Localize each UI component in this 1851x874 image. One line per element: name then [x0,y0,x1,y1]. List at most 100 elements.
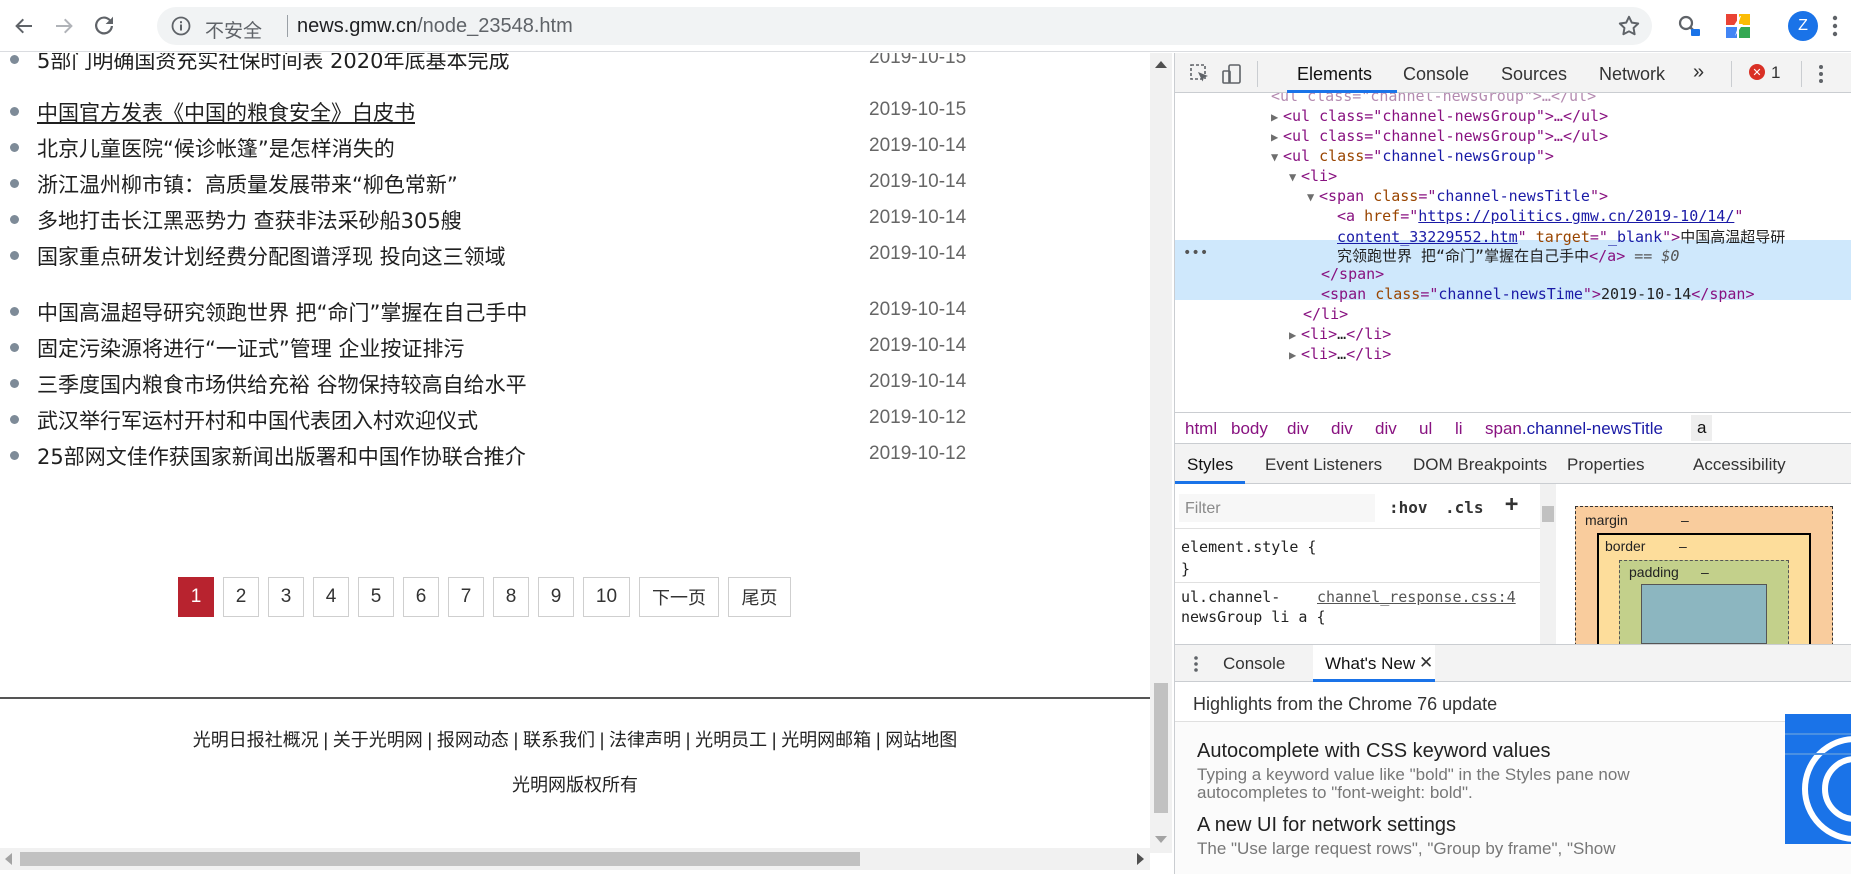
page-9-button[interactable]: 9 [538,577,574,617]
drawer-menu-icon[interactable] [1193,655,1199,673]
tab-network[interactable]: Network [1599,64,1665,85]
news-title-link[interactable]: 武汉举行军运村开村和中国代表团入村欢迎仪式 [37,405,478,435]
expand-arrow-icon[interactable]: ▶ [1289,328,1301,342]
dom-node[interactable]: ▶ <li>…</li> [1289,345,1391,365]
breadcrumb-html[interactable]: html [1185,419,1217,439]
forward-button[interactable] [48,10,80,42]
footer-link-staff[interactable]: 光明员工 [695,730,767,751]
error-icon[interactable]: ✕ [1749,64,1765,80]
tab-sources[interactable]: Sources [1501,64,1567,85]
next-page-button[interactable]: 下一页 [639,577,719,617]
address-bar[interactable]: 不安全 news.gmw.cn/node_23548.htm [157,7,1652,45]
page-10-button[interactable]: 10 [583,577,630,617]
news-title-link[interactable]: 三季度国内粮食市场供给充裕 谷物保持较高自给水平 [37,369,527,399]
dom-tree[interactable]: ••• <ul class="channel-newsGroup">…</ul>… [1175,93,1851,412]
collapse-arrow-icon[interactable]: ▼ [1289,170,1301,184]
page-1-button[interactable]: 1 [178,577,214,617]
page-4-button[interactable]: 4 [313,577,349,617]
scroll-down-icon[interactable] [1155,836,1167,843]
page-7-button[interactable]: 7 [448,577,484,617]
reload-button[interactable] [88,10,120,42]
scrollbar-thumb[interactable] [20,852,860,866]
rule-selector[interactable]: newsGroup li a { [1181,608,1326,626]
dom-node[interactable]: </li> [1303,305,1348,325]
drawer-tab-whats-new[interactable]: What's New [1325,654,1415,674]
scroll-up-icon[interactable] [1155,61,1167,68]
tab-dom-breakpoints[interactable]: DOM Breakpoints [1413,455,1547,475]
breadcrumb-body[interactable]: body [1231,419,1268,439]
tab-event-listeners[interactable]: Event Listeners [1265,455,1382,475]
breadcrumb-div[interactable]: div [1375,419,1397,439]
whats-new-item-title[interactable]: Autocomplete with CSS keyword values [1197,740,1551,763]
news-title-link[interactable]: 25部网文佳作获国家新闻出版署和中国作协联合推介 [37,441,526,471]
footer-link-mail[interactable]: 光明网邮箱 [781,730,871,751]
news-title-link[interactable]: 浙江温州柳市镇：高质量发展带来“柳色常新” [37,169,458,199]
info-icon[interactable] [171,16,191,36]
dom-node[interactable]: ▶ <ul class="channel-newsGroup">…</ul> [1271,107,1608,127]
page-2-button[interactable]: 2 [223,577,259,617]
dom-node[interactable]: ▼ <span class="channel-newsTitle"> [1307,187,1608,207]
browser-menu-icon[interactable] [1832,14,1838,38]
dom-node[interactable]: <span class="channel-newsTime">2019-10-1… [1321,285,1755,305]
footer-link-about-gmw[interactable]: 关于光明网 [333,730,423,751]
breadcrumb-ul[interactable]: ul [1419,419,1432,439]
footer-link-legal[interactable]: 法律声明 [609,730,681,751]
node-menu-icon[interactable]: ••• [1183,245,1208,261]
breadcrumb-li[interactable]: li [1455,419,1463,439]
dom-node-selected[interactable]: 究领跑世界 把“命门”掌握在自己手中</a> == $0 [1337,245,1679,265]
last-page-button[interactable]: 尾页 [728,577,791,617]
scrollbar-thumb[interactable] [1542,506,1554,522]
rule-selector[interactable]: ul.channel- [1181,588,1280,606]
new-style-rule-icon[interactable]: + [1505,492,1518,517]
tab-elements[interactable]: Elements [1297,64,1372,85]
url-text[interactable]: news.gmw.cn/node_23548.htm [297,15,573,38]
collapse-arrow-icon[interactable]: ▼ [1307,190,1319,204]
page-vertical-scrollbar[interactable] [1150,53,1172,853]
expand-arrow-icon[interactable]: ▶ [1271,110,1283,124]
breadcrumb-div[interactable]: div [1287,419,1309,439]
page-5-button[interactable]: 5 [358,577,394,617]
footer-link-about-gmrb[interactable]: 光明日报社概况 [193,730,319,751]
expand-arrow-icon[interactable]: ▶ [1289,348,1301,362]
whats-new-thumbnail[interactable] [1785,714,1851,844]
error-count[interactable]: 1 [1771,63,1780,83]
more-tabs-icon[interactable]: » [1693,61,1704,84]
hov-toggle[interactable]: :hov [1389,498,1428,517]
styles-filter-input[interactable]: Filter [1179,494,1375,522]
breadcrumb-span[interactable]: span.channel-newsTitle [1485,419,1663,439]
styles-scrollbar[interactable] [1540,484,1556,644]
tab-styles[interactable]: Styles [1187,455,1233,475]
news-title-link[interactable]: 北京儿童医院“候诊帐篷”是怎样消失的 [37,133,395,163]
expand-arrow-icon[interactable]: ▶ [1271,130,1283,144]
device-toolbar-icon[interactable] [1221,63,1243,85]
page-3-button[interactable]: 3 [268,577,304,617]
news-title-link[interactable]: 中国官方发表《中国的粮食安全》白皮书 [37,97,415,127]
breadcrumb-div[interactable]: div [1331,419,1353,439]
dom-node-selected[interactable]: content_33229552.htm" target="_blank">中国… [1337,226,1785,246]
page-8-button[interactable]: 8 [493,577,529,617]
profile-avatar[interactable]: Z [1788,11,1818,41]
page-horizontal-scrollbar[interactable] [0,848,1150,870]
dom-node[interactable]: <ul class="channel-newsGroup">…</ul> [1271,93,1596,107]
box-model-content[interactable] [1641,584,1767,644]
rule-source-link[interactable]: channel_response.css:4 [1317,588,1516,606]
news-title-link[interactable]: 中国高温超导研究领跑世界 把“命门”掌握在自己手中 [37,297,527,327]
cls-toggle[interactable]: .cls [1445,498,1484,517]
news-title-link[interactable]: 多地打击长江黑恶势力 查获非法采砂船305艘 [37,205,462,235]
tab-console[interactable]: Console [1403,64,1469,85]
tab-accessibility[interactable]: Accessibility [1693,455,1786,475]
element-style-rule[interactable]: element.style { [1181,538,1316,556]
news-title-link[interactable]: 5部门明确国资充实社保时间表 2020年底基本完成 [37,53,509,75]
scrollbar-thumb[interactable] [1154,683,1168,813]
extension-search-icon[interactable] [1675,12,1703,40]
breadcrumb-a[interactable]: a [1691,415,1713,441]
dom-node[interactable]: ▶ <li>…</li> [1289,325,1391,345]
close-icon[interactable]: ✕ [1419,653,1433,673]
drawer-tab-console[interactable]: Console [1223,654,1285,674]
page-6-button[interactable]: 6 [403,577,439,617]
devtools-menu-icon[interactable] [1817,63,1825,85]
footer-link-news[interactable]: 报网动态 [437,730,509,751]
footer-link-sitemap[interactable]: 网站地图 [885,730,957,751]
scroll-right-icon[interactable] [1137,853,1144,865]
dom-node-selected[interactable]: <a href="https://politics.gmw.cn/2019-10… [1337,207,1743,227]
